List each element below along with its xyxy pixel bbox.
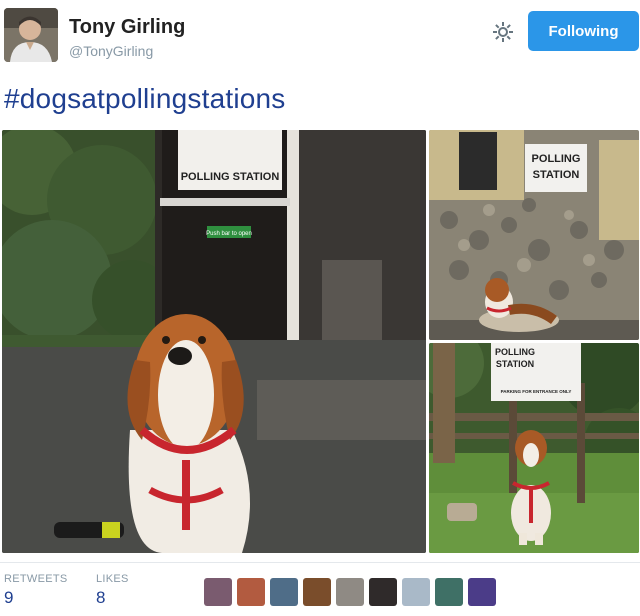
following-button[interactable]: Following: [528, 11, 639, 51]
liker-avatar[interactable]: [468, 578, 496, 606]
liker-avatar[interactable]: [270, 578, 298, 606]
liker-avatar[interactable]: [237, 578, 265, 606]
liker-avatar[interactable]: [303, 578, 331, 606]
retweets-count[interactable]: 9: [4, 588, 13, 608]
liker-avatar[interactable]: [336, 578, 364, 606]
liker-avatar[interactable]: [204, 578, 232, 606]
photo-bottom-right-beagle[interactable]: POLLING STATION PARKING FOR ENTRANCE ONL…: [429, 343, 639, 553]
hashtag-link[interactable]: #dogsatpollingstations: [4, 83, 286, 115]
polling-sign-top-2: STATION: [533, 169, 580, 181]
author-handle[interactable]: @TonyGirling: [69, 43, 153, 59]
photo-main-beagle[interactable]: Push bar to open POLLING STATION: [2, 130, 426, 553]
author-name[interactable]: Tony Girling: [69, 16, 185, 39]
author-avatar[interactable]: [4, 8, 58, 62]
gear-icon[interactable]: [491, 20, 515, 44]
liker-avatar[interactable]: [435, 578, 463, 606]
push-bar-notice: Push bar to open: [206, 231, 252, 237]
liker-avatar[interactable]: [402, 578, 430, 606]
tweet-header: Tony Girling @TonyGirling Following: [0, 0, 640, 80]
polling-sign-bottom-1: POLLING: [495, 347, 535, 357]
parking-notice: PARKING FOR ENTRANCE ONLY: [501, 389, 572, 394]
polling-sign-top-1: POLLING: [532, 153, 581, 165]
polling-sign-main: POLLING STATION: [181, 171, 280, 183]
stats-divider: [0, 562, 640, 563]
liker-avatar[interactable]: [369, 578, 397, 606]
likes-count[interactable]: 8: [96, 588, 105, 608]
photo-top-right-beagle[interactable]: POLLING STATION: [429, 130, 639, 340]
retweets-label: RETWEETS: [4, 573, 68, 585]
likes-label: LIKES: [96, 573, 129, 585]
polling-sign-bottom-2: STATION: [496, 359, 534, 369]
